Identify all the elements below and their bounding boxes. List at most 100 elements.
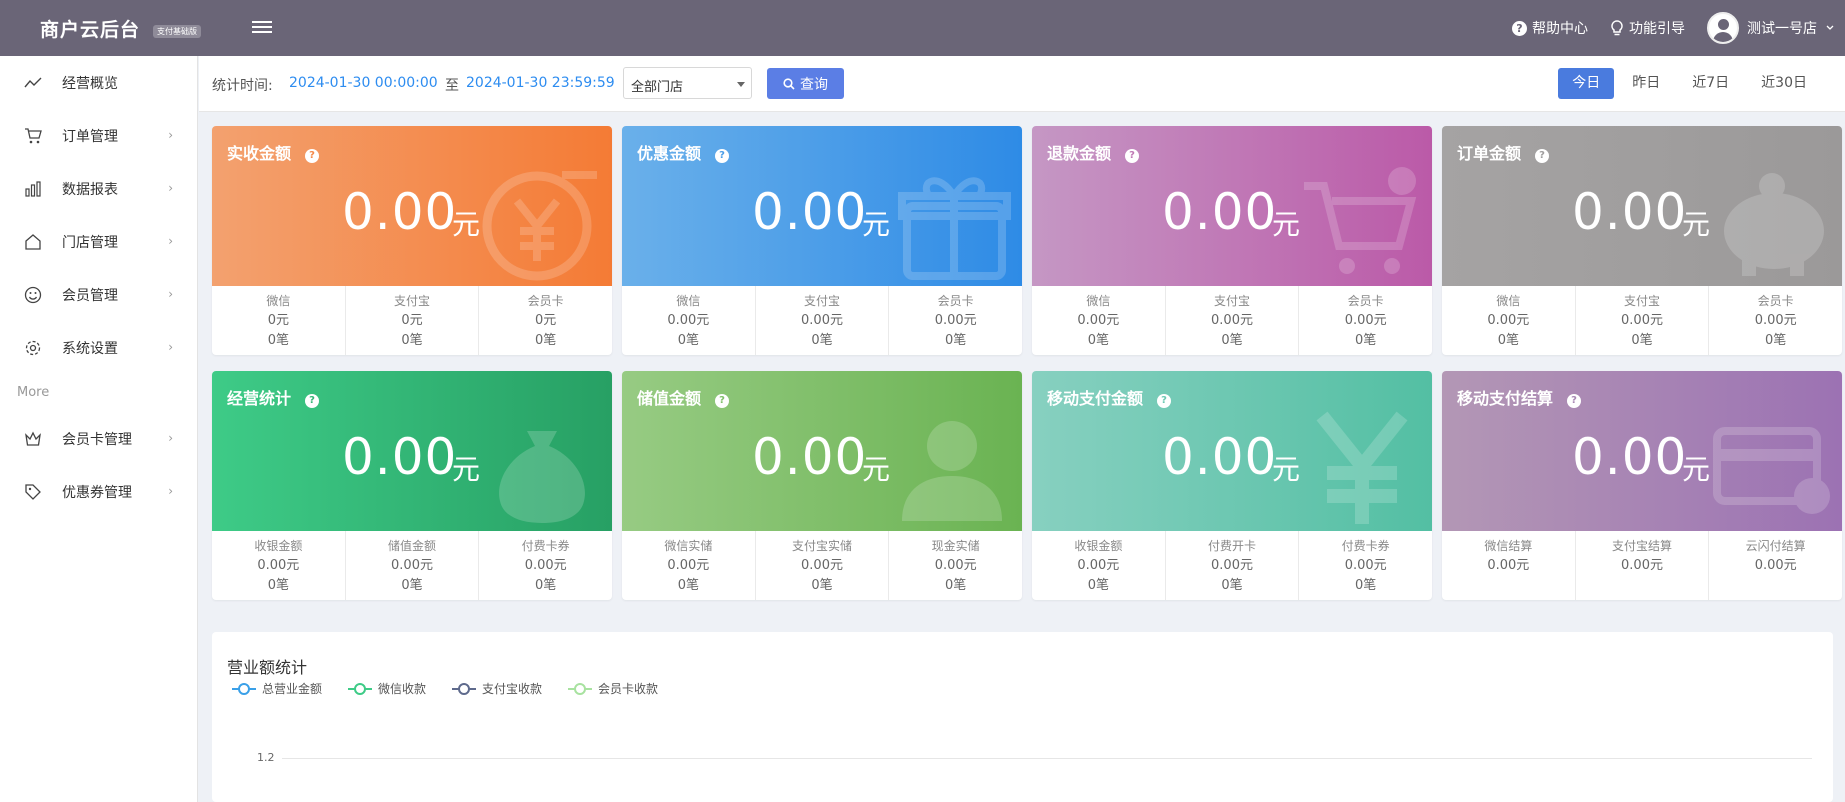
card-title: 移动支付金额 [1047, 389, 1144, 408]
breakdown-amount: 0.00元 [1211, 313, 1253, 328]
card-breakdown: 付费卡券 0.00元 0笔 [1299, 531, 1432, 600]
breakdown-name: 会员卡 [937, 294, 974, 308]
sidebar-item-orders[interactable]: 订单管理 › [0, 109, 197, 162]
chevron-right-icon: › [168, 128, 173, 142]
sidebar-item-reports[interactable]: 数据报表 › [0, 162, 197, 215]
breakdown-count: 0笔 [811, 333, 833, 348]
breakdown-amount: 0元 [535, 313, 557, 328]
sidebar-item-members[interactable]: 会员管理 › [0, 268, 197, 321]
help-icon[interactable]: ? [1157, 393, 1172, 408]
tab-last-7-days[interactable]: 近7日 [1678, 68, 1743, 99]
card-value: 0.00 [342, 428, 458, 486]
breakdown-name: 支付宝实储 [792, 539, 853, 553]
chevron-right-icon: › [168, 287, 173, 301]
chevron-down-icon [1826, 25, 1834, 30]
breakdown-count: 0笔 [1765, 333, 1787, 348]
chevron-right-icon: › [168, 181, 173, 195]
caret-down-icon [737, 82, 745, 87]
sidebar-item-coupons[interactable]: 优惠券管理 › [0, 465, 197, 518]
stat-card-mobile-settlement: 移动支付结算? 0.00 元 微信结算 0.00元 支付宝结算 0.00元 云闪付结… [1442, 371, 1842, 600]
help-icon[interactable]: ? [1535, 148, 1550, 163]
menu-toggle-icon[interactable] [252, 18, 272, 36]
sidebar-item-label: 会员管理 [62, 287, 118, 304]
start-time-input[interactable]: 2024-01-30 00:00:00 [289, 75, 438, 91]
store-select[interactable]: 全部门店 [623, 67, 752, 99]
card-value: 0.00 [1572, 183, 1688, 241]
breakdown-count: 0笔 [1355, 578, 1377, 593]
card-value: 0.00 [342, 183, 458, 241]
legend-item[interactable]: 总营业金额 [232, 680, 322, 697]
chevron-right-icon: › [168, 431, 173, 445]
card-breakdown: 会员卡 0.00元 0笔 [1299, 286, 1432, 355]
card-title: 实收金额 [227, 144, 292, 163]
breakdown-count: 0笔 [1497, 333, 1519, 348]
breakdown-amount: 0.00元 [934, 558, 977, 573]
help-icon[interactable]: ? [715, 148, 730, 163]
store-select-value: 全部门店 [631, 80, 684, 95]
breakdown-name: 微信 [1086, 294, 1111, 308]
breakdown-count: 0笔 [945, 578, 967, 593]
brand-title: 商户云后台 [40, 19, 141, 41]
card-breakdown: 付费开卡 0.00元 0笔 [1166, 531, 1300, 600]
breakdown-amount: 0.00元 [524, 558, 567, 573]
user-name: 测试一号店 [1747, 21, 1817, 37]
card-breakdown: 会员卡 0元 0笔 [479, 286, 612, 355]
breakdown-count: 0笔 [1221, 333, 1243, 348]
breakdown-name: 付费开卡 [1208, 539, 1257, 553]
feature-guide-link[interactable]: 功能引导 [1610, 18, 1685, 38]
end-time-input[interactable]: 2024-01-30 23:59:59 [466, 75, 615, 91]
breakdown-name: 收银金额 [254, 539, 303, 553]
breakdown-name: 收银金额 [1074, 539, 1123, 553]
stat-card-mobile-pay: 移动支付金额? 0.00 元 收银金额 0.00元 0笔 付费开卡 0.00元 0笔 付… [1032, 371, 1432, 600]
card-breakdown: 微信 0元 0笔 [212, 286, 346, 355]
card-value: 0.00 [752, 428, 868, 486]
card-breakdown: 微信 0.00元 0笔 [1442, 286, 1576, 355]
help-center-label: 帮助中心 [1532, 21, 1588, 37]
chart-legend: 总营业金额 微信收款 支付宝收款 会员卡收款 [232, 680, 658, 697]
tab-today[interactable]: 今日 [1558, 68, 1615, 99]
legend-item[interactable]: 会员卡收款 [568, 680, 658, 697]
legend-marker [232, 682, 256, 695]
card-breakdown: 付费卡券 0.00元 0笔 [479, 531, 612, 600]
breakdown-name: 会员卡 [1757, 294, 1794, 308]
breakdown-amount: 0.00元 [1621, 313, 1663, 328]
sidebar-item-member-cards[interactable]: 会员卡管理 › [0, 412, 197, 465]
card-unit: 元 [1682, 208, 1711, 241]
help-icon[interactable]: ? [1567, 393, 1582, 408]
breakdown-amount: 0.00元 [667, 313, 710, 328]
breakdown-amount: 0.00元 [1621, 558, 1663, 573]
card-breakdown: 支付宝实储 0.00元 0笔 [756, 531, 890, 600]
legend-item[interactable]: 微信收款 [348, 680, 426, 697]
yen-icon [1316, 411, 1408, 524]
brand-badge: 支付基础版 [153, 25, 201, 38]
card-breakdown: 支付宝 0.00元 0笔 [1166, 286, 1300, 355]
breakdown-amount: 0.00元 [1077, 558, 1120, 573]
breakdown-name: 付费卡券 [1341, 539, 1390, 553]
breakdown-name: 微信 [266, 294, 291, 308]
filter-toolbar: 统计时间: 2024-01-30 00:00:00 至 2024-01-30 2… [199, 56, 1845, 112]
card-breakdown: 微信结算 0.00元 [1442, 531, 1576, 600]
user-menu[interactable]: 测试一号店 [1707, 12, 1835, 44]
breakdown-amount: 0.00元 [257, 558, 300, 573]
question-icon: ? [1512, 20, 1527, 36]
query-button[interactable]: 查询 [767, 68, 844, 99]
tab-yesterday[interactable]: 昨日 [1618, 68, 1674, 99]
breakdown-name: 会员卡 [527, 294, 564, 308]
gear-icon [25, 340, 41, 356]
sidebar-item-label: 门店管理 [62, 234, 118, 251]
help-icon[interactable]: ? [305, 148, 320, 163]
help-icon[interactable]: ? [305, 393, 320, 408]
card-title: 订单金额 [1457, 144, 1522, 163]
legend-item[interactable]: 支付宝收款 [452, 680, 542, 697]
sidebar-item-stores[interactable]: 门店管理 › [0, 215, 197, 268]
card-breakdown: 支付宝 0.00元 0笔 [1576, 286, 1710, 355]
tab-last-30-days[interactable]: 近30日 [1747, 68, 1821, 99]
card-breakdown: 收银金额 0.00元 0笔 [1032, 531, 1166, 600]
help-icon[interactable]: ? [1125, 148, 1140, 163]
breakdown-name: 微信结算 [1484, 539, 1533, 553]
help-center-link[interactable]: ? 帮助中心 [1512, 18, 1588, 38]
sidebar-more-heading: More [17, 385, 50, 400]
sidebar-item-overview[interactable]: 经营概览 [0, 56, 197, 109]
sidebar-item-settings[interactable]: 系统设置 › [0, 321, 197, 374]
help-icon[interactable]: ? [715, 393, 730, 408]
